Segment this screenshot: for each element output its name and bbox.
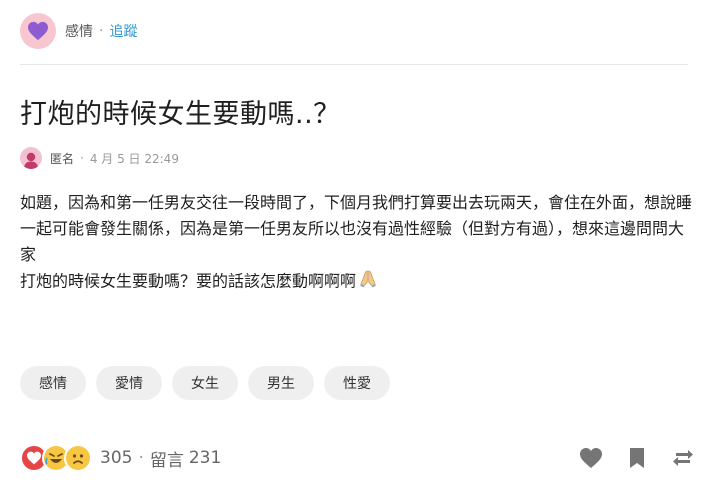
post-actions [578, 445, 696, 471]
avatar [20, 147, 42, 169]
tag-chip[interactable]: 女生 [172, 366, 238, 400]
body-paragraph: 如題，因為和第一任男友交往一段時間了，下個月我們打算要出去玩兩天，會住在外面，想… [20, 193, 693, 264]
follow-button[interactable]: 追蹤 [109, 21, 137, 41]
tag-chip[interactable]: 愛情 [96, 366, 162, 400]
post-footer: 305 · 留言 231 [20, 440, 696, 476]
share-icon[interactable] [670, 445, 696, 471]
body-text: 打炮的時候女生要動嗎？要的話該怎麼動啊啊啊 [20, 271, 357, 291]
comment-count[interactable]: 231 [189, 448, 221, 468]
separator: · [138, 448, 144, 468]
reaction-summary[interactable] [20, 444, 92, 472]
tag-chip[interactable]: 感情 [20, 366, 86, 400]
tag-chip[interactable]: 性愛 [324, 366, 390, 400]
post-body: 如題，因為和第一任男友交往一段時間了，下個月我們打算要出去玩兩天，會住在外面，想… [20, 190, 696, 296]
bookmark-icon[interactable] [624, 445, 650, 471]
header-divider [20, 64, 688, 65]
separator: · [80, 151, 84, 165]
author-name: 匿名 [50, 151, 75, 166]
separator: · [99, 23, 104, 39]
folded-hands-emoji-icon [358, 268, 378, 296]
board-name[interactable]: 感情 [65, 21, 93, 41]
sad-reaction-icon [64, 444, 92, 472]
post-title: 打炮的時候女生要動嗎..？ [20, 99, 341, 130]
post-time: 4 月 5 日 22:49 [89, 151, 179, 166]
reaction-count: 305 [100, 448, 133, 468]
tag-chip[interactable]: 男生 [248, 366, 314, 400]
post-header: 感情 · 追蹤 [20, 12, 137, 50]
author-row: 匿名 · 4 月 5 日 22:49 [20, 146, 179, 170]
comment-label[interactable]: 留言 [150, 446, 184, 471]
body-paragraph: 打炮的時候女生要動嗎？要的話該怎麼動啊啊啊 [20, 268, 696, 296]
tag-list: 感情 愛情 女生 男生 性愛 [20, 366, 390, 400]
like-icon[interactable] [578, 445, 604, 471]
heart-board-icon[interactable] [20, 13, 56, 49]
